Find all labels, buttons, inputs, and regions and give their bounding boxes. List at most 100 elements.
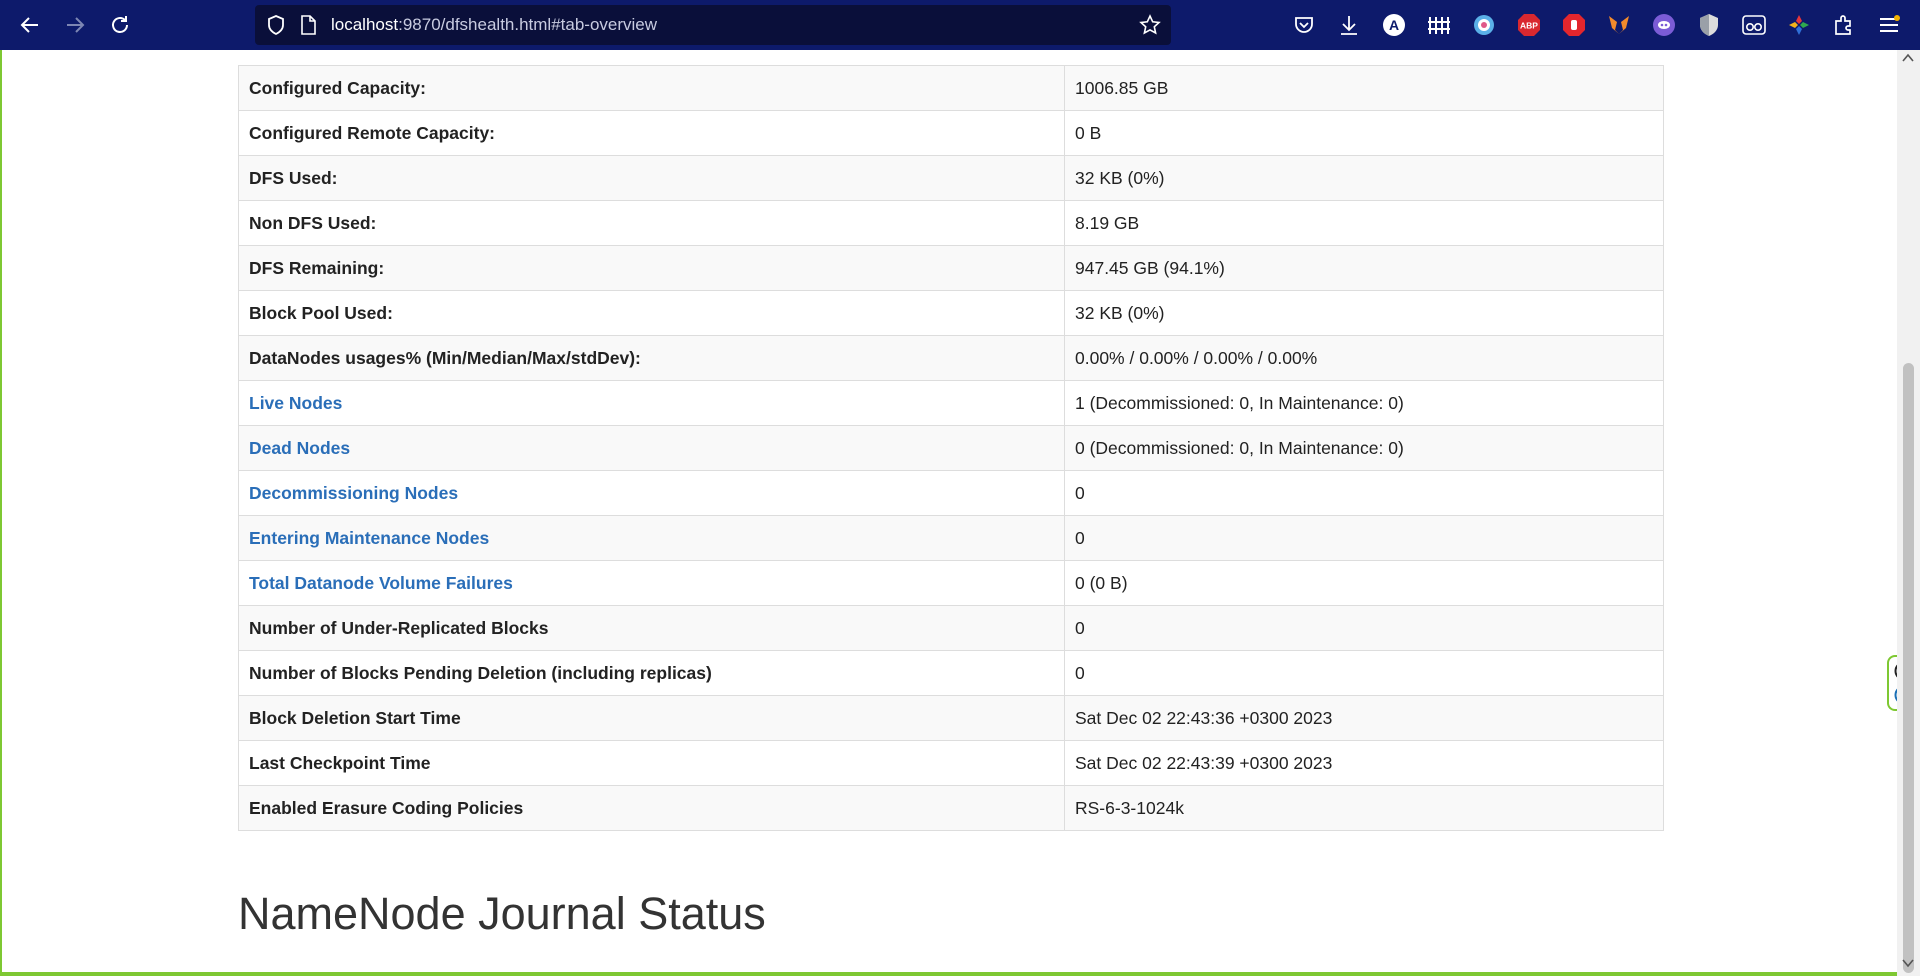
menu-icon[interactable] — [1875, 11, 1903, 39]
shield-icon[interactable] — [265, 14, 287, 41]
table-row: DFS Used: 32 KB (0%) — [238, 155, 1664, 201]
puzzle-color-icon[interactable] — [1785, 11, 1813, 39]
row-label-cell: DFS Remaining: — [238, 245, 1065, 291]
url-path: :9870/dfshealth.html#tab-overview — [398, 15, 658, 34]
row-label-cell: Non DFS Used: — [238, 200, 1065, 246]
extension-grid-icon[interactable] — [1425, 11, 1453, 39]
row-value: 1 (Decommissioned: 0, In Maintenance: 0) — [1064, 380, 1664, 426]
adblock-label: ABP — [1520, 21, 1538, 31]
row-label-link[interactable]: Total Datanode Volume Failures — [249, 573, 513, 593]
table-row: Enabled Erasure Coding Policies RS-6-3-10… — [238, 785, 1664, 831]
download-icon[interactable] — [1335, 11, 1363, 39]
page-bottom-border — [0, 972, 1900, 976]
table-row: Last Checkpoint Time Sat Dec 02 22:43:39 … — [238, 740, 1664, 786]
table-row: Configured Remote Capacity: 0 B — [238, 110, 1664, 156]
table-row: Number of Blocks Pending Deletion (inclu… — [238, 650, 1664, 696]
row-value: 1006.85 GB — [1064, 65, 1664, 111]
reload-icon[interactable] — [105, 10, 135, 40]
table-row: Total Datanode Volume Failures 0 (0 B) — [238, 560, 1664, 606]
row-label-link[interactable]: Dead Nodes — [249, 438, 350, 458]
table-row: Block Deletion Start Time Sat Dec 02 22:4… — [238, 695, 1664, 741]
table-row: Non DFS Used: 8.19 GB — [238, 200, 1664, 246]
row-label-link[interactable]: Entering Maintenance Nodes — [249, 528, 489, 548]
address-bar[interactable]: localhost:9870/dfshealth.html#tab-overvi… — [255, 5, 1171, 45]
table-row: Live Nodes 1 (Decommissioned: 0, In Maint… — [238, 380, 1664, 426]
row-value: 32 KB (0%) — [1064, 155, 1664, 201]
row-label: Number of Blocks Pending Deletion (inclu… — [249, 662, 712, 683]
url-host: localhost — [331, 15, 399, 34]
browser-toolbar: localhost:9870/dfshealth.html#tab-overvi… — [0, 0, 1920, 50]
pocket-icon[interactable] — [1290, 11, 1318, 39]
row-value: Sat Dec 02 22:43:39 +0300 2023 — [1064, 740, 1664, 786]
row-label-cell: Block Deletion Start Time — [238, 695, 1065, 741]
row-label-cell[interactable]: Entering Maintenance Nodes — [238, 515, 1065, 561]
row-label: DFS Remaining: — [249, 257, 385, 278]
row-label-cell: Block Pool Used: — [238, 290, 1065, 336]
row-value: 0 — [1064, 470, 1664, 516]
metamask-icon[interactable] — [1605, 11, 1633, 39]
row-label-cell[interactable]: Live Nodes — [238, 380, 1065, 426]
extension-a-label: A — [1389, 17, 1399, 33]
row-value: RS-6-3-1024k — [1064, 785, 1664, 831]
page-viewport: Configured Capacity: 1006.85 GB Configured… — [0, 50, 1920, 976]
table-row: DataNodes usages% (Min/Median/Max/stdDev… — [238, 335, 1664, 381]
row-value: 32 KB (0%) — [1064, 290, 1664, 336]
extension-ghost-icon[interactable] — [1650, 11, 1678, 39]
row-label: DataNodes usages% (Min/Median/Max/stdDev… — [249, 347, 641, 368]
row-label-cell: Configured Capacity: — [238, 65, 1065, 111]
row-value: 0 (Decommissioned: 0, In Maintenance: 0) — [1064, 425, 1664, 471]
row-label-cell: DataNodes usages% (Min/Median/Max/stdDev… — [238, 335, 1065, 381]
table-row: Decommissioning Nodes 0 — [238, 470, 1664, 516]
row-label-cell: Enabled Erasure Coding Policies — [238, 785, 1065, 831]
extensions-icon[interactable] — [1830, 11, 1858, 39]
row-value: 8.19 GB — [1064, 200, 1664, 246]
scroll-thumb[interactable] — [1903, 363, 1914, 973]
row-label: Block Deletion Start Time — [249, 707, 461, 728]
row-value: 0.00% / 0.00% / 0.00% / 0.00% — [1064, 335, 1664, 381]
row-value: 0 B — [1064, 110, 1664, 156]
row-label: Non DFS Used: — [249, 212, 377, 233]
row-value: 0 — [1064, 605, 1664, 651]
scroll-up-icon[interactable] — [1902, 53, 1914, 63]
row-label: DFS Used: — [249, 167, 338, 188]
row-label-link[interactable]: Live Nodes — [249, 393, 342, 413]
row-label: Configured Remote Capacity: — [249, 122, 495, 143]
scroll-down-icon[interactable] — [1902, 958, 1914, 968]
url-text[interactable]: localhost:9870/dfshealth.html#tab-overvi… — [331, 5, 657, 45]
overview-table: Configured Capacity: 1006.85 GB Configured… — [238, 65, 1664, 831]
row-label: Configured Capacity: — [249, 77, 426, 98]
forward-arrow-icon[interactable] — [60, 10, 90, 40]
block-hand-icon[interactable] — [1560, 11, 1588, 39]
row-label-cell[interactable]: Total Datanode Volume Failures — [238, 560, 1065, 606]
table-row: Block Pool Used: 32 KB (0%) — [238, 290, 1664, 336]
row-value: 947.45 GB (94.1%) — [1064, 245, 1664, 291]
back-arrow-icon[interactable] — [15, 10, 45, 40]
row-label-cell: Configured Remote Capacity: — [238, 110, 1065, 156]
extension-a-icon[interactable]: A — [1380, 11, 1408, 39]
row-label: Last Checkpoint Time — [249, 752, 431, 773]
row-value: 0 — [1064, 515, 1664, 561]
table-row: Number of Under-Replicated Blocks 0 — [238, 605, 1664, 651]
row-label-cell[interactable]: Dead Nodes — [238, 425, 1065, 471]
page-icon — [299, 15, 317, 40]
extension-circle-icon[interactable] — [1470, 11, 1498, 39]
journal-status-heading: NameNode Journal Status — [238, 888, 766, 939]
table-row: Dead Nodes 0 (Decommissioned: 0, In Maint… — [238, 425, 1664, 471]
row-label-cell: Number of Under-Replicated Blocks — [238, 605, 1065, 651]
star-icon[interactable] — [1139, 14, 1161, 41]
row-label-cell: DFS Used: — [238, 155, 1065, 201]
table-row: DFS Remaining: 947.45 GB (94.1%) — [238, 245, 1664, 291]
glasses-icon[interactable] — [1740, 11, 1768, 39]
row-label-cell[interactable]: Decommissioning Nodes — [238, 470, 1065, 516]
table-row: Configured Capacity: 1006.85 GB — [238, 65, 1664, 111]
row-value: 0 (0 B) — [1064, 560, 1664, 606]
shield-badge-icon[interactable] — [1695, 11, 1723, 39]
row-label: Block Pool Used: — [249, 302, 393, 323]
adblock-plus-icon[interactable]: ABP — [1515, 11, 1543, 39]
row-label: Enabled Erasure Coding Policies — [249, 797, 524, 818]
table-row: Entering Maintenance Nodes 0 — [238, 515, 1664, 561]
row-label-link[interactable]: Decommissioning Nodes — [249, 483, 458, 503]
page-scrollbar[interactable] — [1897, 50, 1920, 976]
row-label: Number of Under-Replicated Blocks — [249, 617, 549, 638]
row-value: 0 — [1064, 650, 1664, 696]
